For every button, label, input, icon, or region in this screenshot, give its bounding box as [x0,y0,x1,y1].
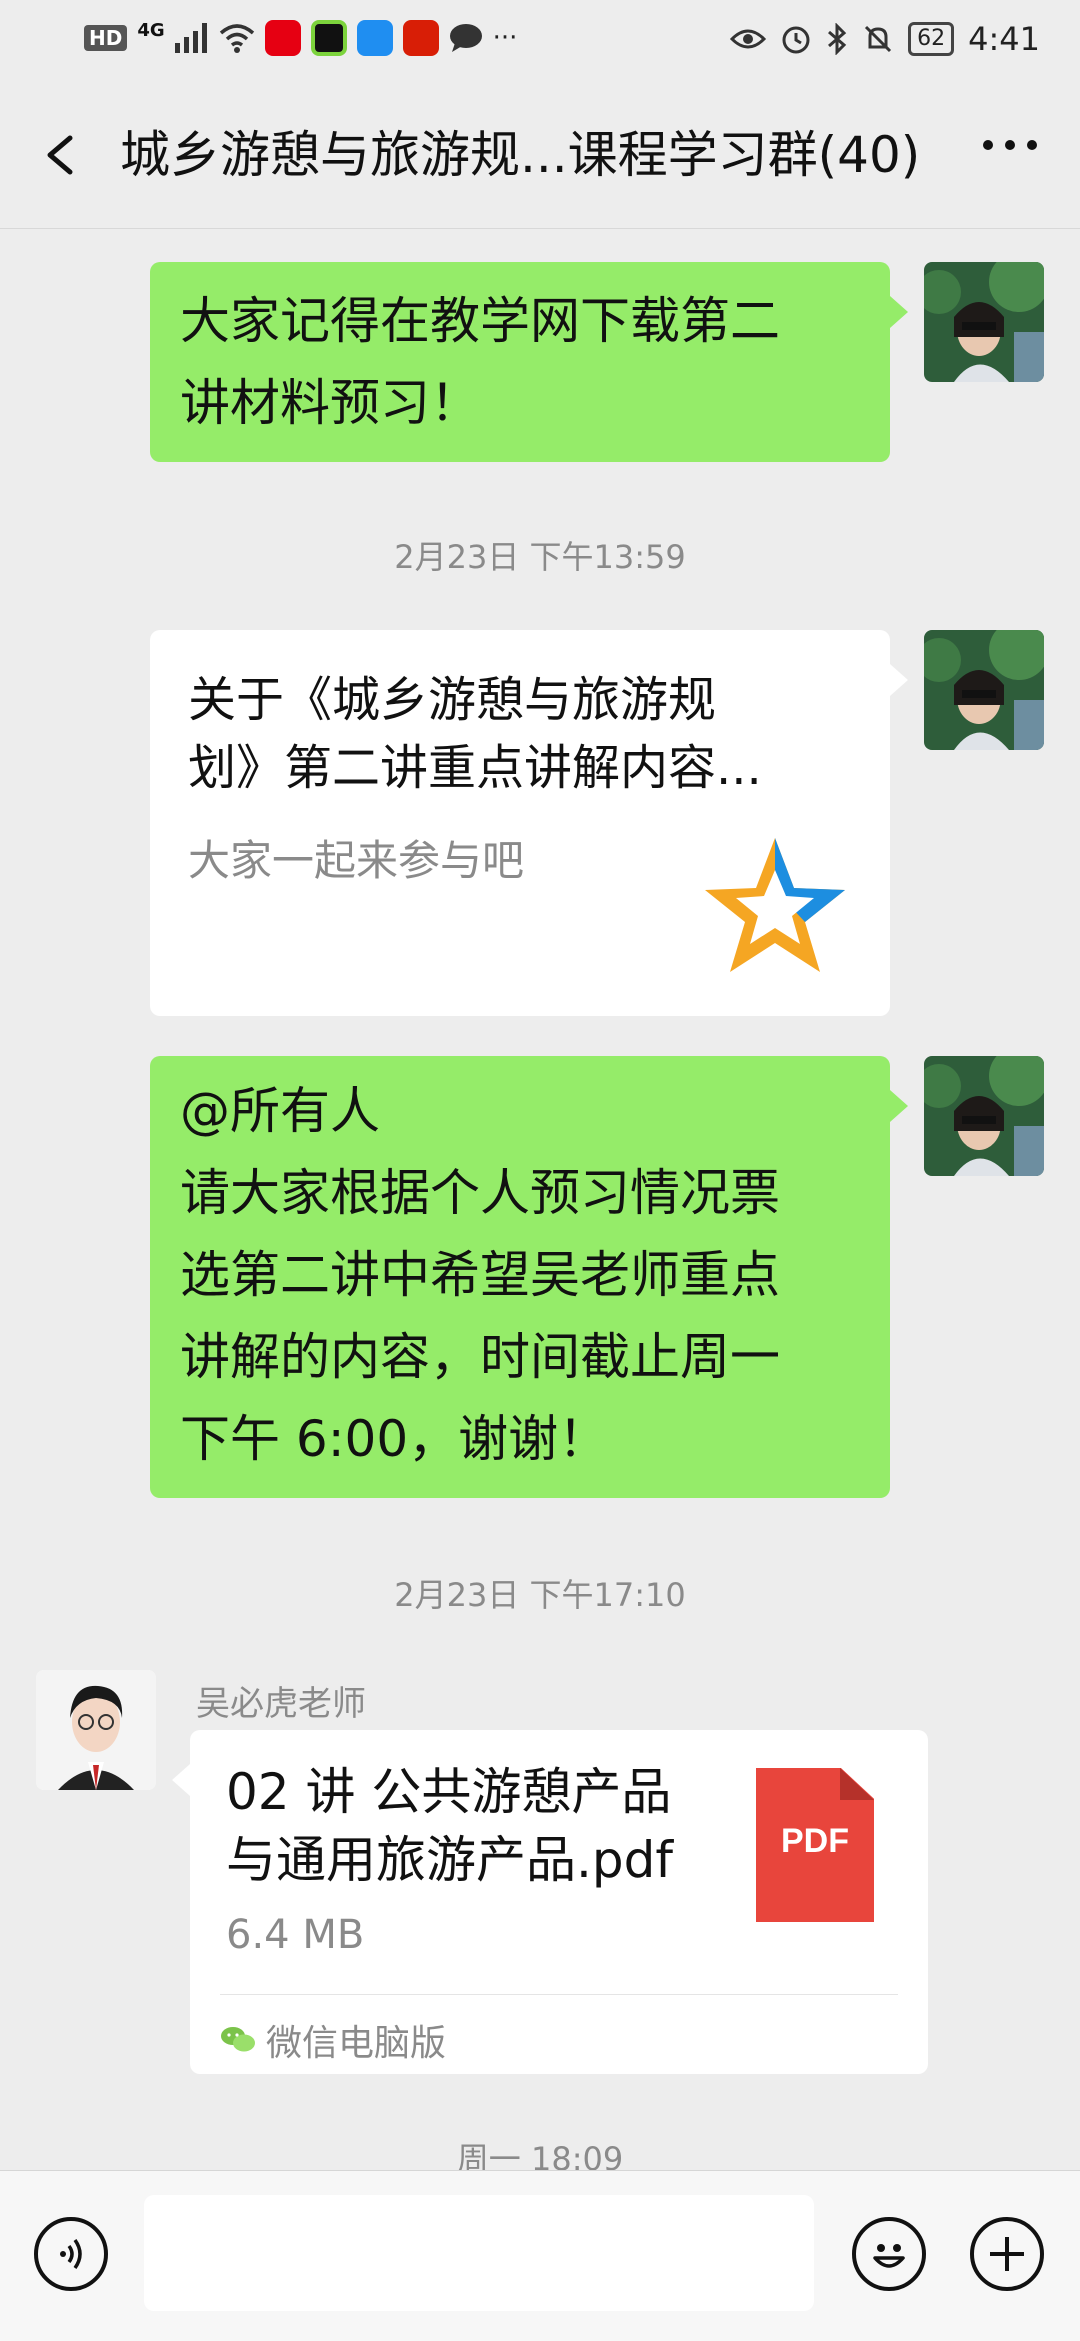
mute-icon [865,25,892,53]
file-source-label: 微信电脑版 [266,2023,447,2064]
wechat-icon [221,2027,255,2052]
file-name: 02 讲 公共游憩产品 与通用旅游产品.pdf [226,1758,673,1894]
message-text: 选第二讲中希望吴老师重点 [180,1246,780,1304]
eye-icon [730,29,767,49]
chat-header: 城乡游憩与旅游规...课程学习群(40) [0,80,1080,229]
app-icon [356,20,393,56]
network-label: 4G [137,20,165,41]
pdf-file-icon: PDF [756,1768,874,1922]
avatar[interactable] [36,1670,156,1790]
signal-icon [174,23,207,53]
avatar[interactable] [924,1056,1044,1176]
message-text: 下午 6:00，谢谢！ [180,1410,609,1468]
file-name-line: 02 讲 公共游憩产品 [226,1763,672,1821]
message-text: 讲材料预习！ [180,374,480,432]
file-source: 微信电脑版 [220,2010,446,2070]
battery-icon: 62 [908,22,955,56]
file-size: 6.4 MB [226,1912,365,1958]
link-card-title-line: 关于《城乡游憩与旅游规 [188,672,717,728]
input-bar [0,2170,1080,2341]
plus-icon[interactable] [970,2217,1044,2291]
message-input[interactable] [144,2195,814,2311]
link-card-title: 关于《城乡游憩与旅游规 划》第二讲重点讲解内容... [188,666,868,802]
alarm-icon [782,26,810,54]
message-bubble[interactable]: @所有人 请大家根据个人预习情况票 选第二讲中希望吴老师重点 讲解的内容，时间截… [150,1056,908,1498]
avatar[interactable] [924,262,1044,382]
file-card[interactable]: 02 讲 公共游憩产品 与通用旅游产品.pdf 6.4 MB PDF 微信电脑版 [172,1730,928,2074]
status-left-icons: HD 4G ··· [84,20,517,56]
message-text: 请大家根据个人预习情况票 [180,1164,780,1222]
app-icon [310,20,347,56]
link-card-description: 大家一起来参与吧 [188,836,525,885]
message-text: @所有人 [180,1082,380,1140]
sender-name: 吴必虎老师 [196,1684,366,1724]
status-overflow: ··· [492,23,518,53]
bubble-tail [172,1764,190,1796]
chat-title[interactable]: 城乡游憩与旅游规...课程学习群(40) [120,120,920,190]
status-bar: HD 4G ··· 62 4:41 [0,0,1080,80]
chat-icon [449,24,482,52]
link-card[interactable]: 关于《城乡游憩与旅游规 划》第二讲重点讲解内容... 大家一起来参与吧 [150,630,908,1016]
avatar[interactable] [924,630,1044,750]
app-icon [264,20,301,56]
divider [220,1994,898,1995]
timestamp: 2月23日 下午13:59 [394,538,686,576]
star-icon [705,838,845,972]
message-bubble[interactable]: 大家记得在教学网下载第二 讲材料预习！ [150,262,908,462]
status-time: 4:41 [968,20,1040,58]
link-card-title-line: 划》第二讲重点讲解内容... [188,740,762,796]
status-right-icons: 62 4:41 [730,20,1040,58]
bubble-tail [890,664,908,696]
hd-badge: HD [84,25,128,51]
message-text: 大家记得在教学网下载第二 [180,292,780,350]
pdf-badge-label: PDF [781,1822,849,1860]
emoji-icon[interactable] [852,2217,926,2291]
bubble-tail [890,1090,908,1122]
app-icon [402,20,439,56]
wifi-icon [219,24,254,53]
file-name-line: 与通用旅游产品.pdf [226,1831,673,1889]
bubble-tail [890,296,908,328]
back-arrow-icon[interactable] [40,120,100,190]
timestamp: 2月23日 下午17:10 [394,1576,686,1614]
voice-icon[interactable] [34,2217,108,2291]
bluetooth-icon [828,23,847,55]
message-text: 讲解的内容，时间截止周一 [180,1328,780,1386]
more-dots-icon[interactable] [980,135,1040,175]
